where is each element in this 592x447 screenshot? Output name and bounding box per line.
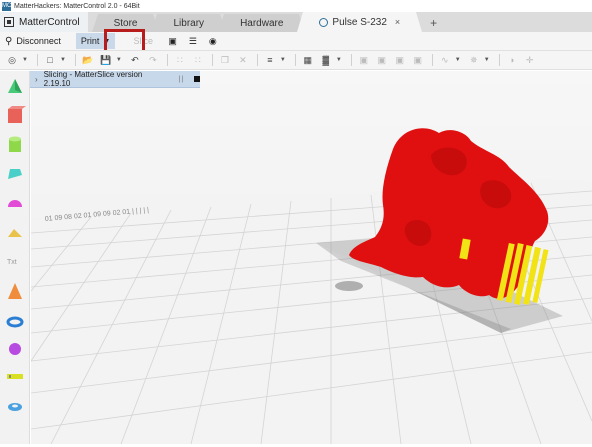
- delete-icon[interactable]: ✕: [235, 53, 251, 67]
- cube-icon[interactable]: [8, 106, 26, 123]
- undo-icon[interactable]: ↶: [127, 53, 143, 67]
- layers-icon: ☰: [188, 35, 197, 46]
- shape-library-sidebar: Txt: [0, 71, 30, 444]
- stop-icon[interactable]: [194, 76, 200, 82]
- tab-printer[interactable]: Pulse S-232 ×: [297, 12, 422, 32]
- image-converter-icon[interactable]: [7, 374, 23, 379]
- shapes-svg: Txt: [6, 79, 26, 411]
- view-toolbar: ◎ ▼ □ ▼ 📂 💾 ▼ ↶ ↷ ∷ ∷ ❐ ✕ ≡ ▼ ▦ ▓ ▼ ▣ ▣ ▣ ▣ ∿…: [0, 50, 592, 70]
- ring-icon[interactable]: [8, 403, 22, 411]
- window-title: MatterHackers: MatterControl 2.0 - 64Bit: [14, 2, 140, 10]
- arrange-icon[interactable]: ▦: [300, 53, 316, 67]
- app-home-label: MatterControl: [19, 16, 80, 28]
- new-tab-button[interactable]: +: [426, 14, 441, 32]
- bed-chevron-icon[interactable]: ▼: [60, 57, 66, 63]
- bed-icon[interactable]: □: [42, 53, 58, 67]
- plug-icon: ⚲: [5, 35, 13, 47]
- pause-icon[interactable]: ||: [179, 76, 185, 83]
- view-mode-icon[interactable]: ◎: [4, 53, 20, 67]
- divider: [498, 54, 500, 66]
- slice-label: Slice: [133, 36, 154, 46]
- subtract-icon[interactable]: ▣: [374, 53, 390, 67]
- fit-icon[interactable]: ✵: [466, 53, 482, 67]
- mirror-icon[interactable]: ◑: [504, 53, 520, 67]
- slicing-status-text: Slicing - MatterSlice version 2.19.10: [43, 70, 143, 88]
- terminal-button[interactable]: ◉: [204, 33, 222, 49]
- align-chevron-icon[interactable]: ▼: [280, 57, 286, 63]
- ungroup-icon[interactable]: ∷: [190, 53, 206, 67]
- view-mode-chevron-icon[interactable]: ▼: [22, 57, 28, 63]
- close-tab-icon[interactable]: ×: [395, 17, 400, 27]
- mattercontrol-logo-icon: [4, 17, 14, 27]
- intersect-icon[interactable]: ▣: [392, 53, 408, 67]
- cone-icon[interactable]: [8, 283, 22, 299]
- disconnect-label: Disconnect: [16, 36, 61, 46]
- sphere-icon[interactable]: [9, 343, 21, 355]
- svg-text:Txt: Txt: [7, 259, 17, 266]
- layers-view-button[interactable]: ☰: [184, 33, 202, 49]
- tab-printer-label: Pulse S-232: [332, 16, 387, 28]
- 3d-viewport[interactable]: 01 09 08 02 01 09 09 02 01 | | | | |: [31, 71, 592, 444]
- paint-icon[interactable]: ▣: [410, 53, 426, 67]
- divider: [294, 54, 296, 66]
- build-plate-scene: 01 09 08 02 01 09 09 02 01 | | | | |: [31, 128, 592, 444]
- save-chevron-icon[interactable]: ▼: [116, 57, 122, 63]
- redo-icon[interactable]: ↷: [145, 53, 161, 67]
- eye-icon: ◉: [208, 35, 217, 46]
- app-icon: MC: [2, 1, 12, 11]
- chevron-right-icon[interactable]: ›: [35, 75, 38, 84]
- pyramid-icon[interactable]: [8, 79, 22, 93]
- divider: [36, 54, 38, 66]
- printer-action-bar: ⚲ Disconnect Print ▼ Slice ▣ ☰ ◉: [0, 32, 592, 50]
- print-button[interactable]: Print ▼: [75, 33, 116, 49]
- view-3d-button[interactable]: ▣: [163, 33, 182, 49]
- slicing-status-bar: › Slicing - MatterSlice version 2.19.10 …: [30, 70, 200, 88]
- curve-icon[interactable]: ∿: [437, 53, 453, 67]
- tab-hardware-label: Hardware: [240, 17, 284, 29]
- print-label: Print: [80, 36, 100, 46]
- open-folder-icon[interactable]: 📂: [80, 53, 96, 67]
- chevron-down-icon: ▼: [103, 37, 111, 45]
- align-icon[interactable]: ≡: [262, 53, 278, 67]
- divider: [431, 54, 433, 66]
- half-wedge-icon[interactable]: [8, 229, 22, 237]
- curve-chevron-icon[interactable]: ▼: [455, 57, 461, 63]
- tab-library-label: Library: [173, 17, 205, 29]
- fit-chevron-icon[interactable]: ▼: [484, 57, 490, 63]
- save-icon[interactable]: 💾: [98, 53, 114, 67]
- title-bar: MC MatterHackers: MatterControl 2.0 - 64…: [0, 0, 592, 12]
- cube-icon: ▣: [168, 35, 177, 46]
- divider: [166, 54, 168, 66]
- cylinder-icon[interactable]: [9, 136, 21, 153]
- tab-hardware[interactable]: Hardware: [218, 14, 306, 32]
- text-icon[interactable]: Txt: [7, 259, 17, 266]
- support-chevron-icon[interactable]: ▼: [336, 57, 342, 63]
- half-sphere-icon[interactable]: [8, 200, 22, 207]
- wedge-icon[interactable]: [8, 169, 22, 179]
- tab-bar: MatterControl Store Library Hardware Pul…: [0, 12, 592, 32]
- torus-icon[interactable]: [6, 316, 24, 328]
- divider: [74, 54, 76, 66]
- support-icon[interactable]: ▓: [318, 53, 334, 67]
- move-icon[interactable]: ✛: [522, 53, 538, 67]
- divider: [350, 54, 352, 66]
- divider: [211, 54, 213, 66]
- app-home-tab[interactable]: MatterControl: [0, 12, 88, 32]
- divider: [256, 54, 258, 66]
- combine-icon[interactable]: ▣: [356, 53, 372, 67]
- tab-library[interactable]: Library: [151, 14, 226, 32]
- group-icon[interactable]: ∷: [172, 53, 188, 67]
- copy-icon[interactable]: ❐: [217, 53, 233, 67]
- tab-store[interactable]: Store: [91, 14, 160, 32]
- disconnect-button[interactable]: ⚲ Disconnect: [0, 33, 66, 49]
- printer-icon: [319, 17, 329, 27]
- tab-store-label: Store: [113, 17, 138, 29]
- slice-button[interactable]: Slice: [125, 33, 161, 49]
